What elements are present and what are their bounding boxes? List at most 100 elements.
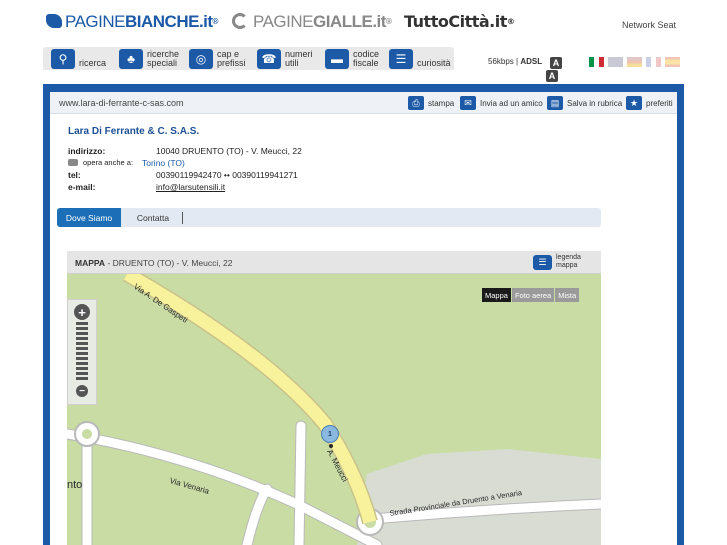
roundabout-west-center [82, 429, 92, 439]
toolbar-cap-prefissi[interactable]: ◎ cap e prefissi [189, 49, 257, 69]
text-size-large-button[interactable]: A [550, 57, 562, 69]
list-icon: ☰ [389, 49, 413, 69]
tab-contatta[interactable]: Contatta [127, 208, 179, 227]
map-title: MAPPA - DRUENTO (TO) - V. Meucci, 22 [75, 258, 232, 268]
flag-german-icon[interactable] [627, 57, 642, 67]
location-pin[interactable]: 1 [321, 425, 339, 448]
zoom-slider[interactable] [76, 322, 88, 382]
zoom-in-button[interactable]: + [74, 304, 90, 320]
map-canvas[interactable]: Via A. De Gaspeti A. Meucci Via Venaria … [67, 267, 601, 545]
paginebianche-reg: ® [212, 17, 219, 26]
tuttocitta-name: TuttoCittà [404, 12, 490, 31]
paginebianche-tld: .it [198, 12, 213, 31]
toolbar-label: curiosità [417, 58, 451, 68]
toolbar-label: ricerca [79, 58, 107, 68]
tab-divider [182, 212, 183, 224]
email-label: e-mail: [68, 182, 96, 192]
url-bar: www.lara-di-ferrante-c-sas.com ⎙ stampa … [50, 92, 677, 114]
connection-type-value[interactable]: ADSL [520, 57, 542, 66]
toolbar-codice-fiscale[interactable]: ▬ codice fiscale [325, 49, 393, 69]
map-title-address: DRUENTO (TO) - V. Meucci, 22 [112, 258, 233, 268]
website-url[interactable]: www.lara-di-ferrante-c-sas.com [59, 98, 184, 108]
send-to-friend-button[interactable]: ✉ Invia ad un amico [460, 95, 543, 111]
paginebianche-suffix: BIANCHE [124, 12, 199, 31]
map-widget: MAPPA - DRUENTO (TO) - V. Meucci, 22 ☰ l… [67, 251, 601, 545]
mail-icon: ✉ [460, 96, 476, 110]
paginebianche-logo-icon [46, 14, 62, 28]
tuttocitta-tld: .it [489, 12, 507, 31]
flag-italian-icon[interactable] [589, 57, 604, 67]
listing-tabs: Dove Siamo Contatta [57, 208, 601, 227]
paginegialle-suffix: GIALLE [312, 12, 373, 31]
service-toolbar: ⚲ ricerca ♣ ricerche speciali ◎ cap e pr… [43, 47, 454, 70]
toolbar-label: ricerche speciali [147, 49, 180, 68]
toolbar-ricerche-speciali[interactable]: ♣ ricerche speciali [119, 49, 187, 69]
text-size-small-button[interactable]: A [546, 70, 558, 82]
map-legend-button[interactable]: ☰ legenda mappa [533, 254, 584, 270]
folder-icon: ▤ [547, 96, 563, 110]
tuttocitta-logo[interactable]: TuttoCittà.it® [404, 12, 515, 32]
favorites-label: preferiti [646, 98, 673, 108]
listing-frame: www.lara-di-ferrante-c-sas.com ⎙ stampa … [43, 84, 684, 545]
paginebianche-prefix: PAGINE [65, 12, 125, 31]
tel-value: 00390119942470 •• 00390119941271 [156, 170, 298, 180]
print-icon: ⎙ [408, 96, 424, 110]
listing-panel: www.lara-di-ferrante-c-sas.com ⎙ stampa … [50, 92, 677, 545]
legend-icon: ☰ [533, 254, 552, 270]
card-icon: ▬ [325, 49, 349, 69]
connection-separator: | [516, 57, 519, 66]
toolbar-label: numeri utili [285, 49, 313, 68]
star-icon: ★ [626, 96, 642, 110]
address-label: indirizzo: [68, 146, 106, 156]
paginebianche-logo[interactable]: PAGINEBIANCHE.it® [46, 12, 218, 32]
save-contact-button[interactable]: ▤ Salva in rubrica [547, 95, 622, 111]
map-type-mista[interactable]: Mista [555, 288, 580, 302]
legend-label: legenda mappa [556, 254, 581, 269]
toolbar-curiosita[interactable]: ☰ curiosità [389, 49, 457, 69]
map-title-label: MAPPA [75, 258, 106, 268]
email-link[interactable]: info@larsutensili.it [156, 182, 225, 192]
paginegialle-prefix: PAGINE [253, 12, 313, 31]
flag-spanish-icon[interactable] [665, 57, 680, 67]
network-seat-link[interactable]: Network Seat [622, 20, 676, 30]
favorites-button[interactable]: ★ preferiti [626, 95, 673, 111]
toolbar-label: cap e prefissi [217, 49, 246, 68]
place-label-partial: nto [67, 479, 83, 491]
brand-bar: PAGINEBIANCHE.it® PAGINEGIALLE.it® Tutto… [0, 0, 727, 44]
flag-english-icon[interactable] [608, 57, 623, 67]
toolbar-label: codice fiscale [353, 49, 380, 68]
paginegialle-reg: ® [385, 17, 392, 26]
print-button[interactable]: ⎙ stampa [408, 95, 454, 111]
connection-speed-value[interactable]: 56kbps [488, 57, 514, 66]
zoom-out-button[interactable]: − [76, 385, 88, 397]
paginegialle-logo[interactable]: PAGINEGIALLE.it® [232, 12, 392, 32]
tab-dove-siamo[interactable]: Dove Siamo [57, 208, 121, 227]
address-value: 10040 DRUENTO (TO) - V. Meucci, 22 [156, 146, 302, 156]
magnifier-icon: ⚲ [51, 49, 75, 69]
map-title-separator: - [105, 258, 113, 268]
map-type-selector: Mappa Foto aerea Mista [482, 288, 580, 302]
globe-icon: ◎ [189, 49, 213, 69]
connection-speed[interactable]: 56kbps | ADSL [488, 57, 542, 66]
map-type-mappa[interactable]: Mappa [482, 288, 511, 302]
toolbar-ricerca[interactable]: ⚲ ricerca [51, 49, 119, 69]
phone-icon: ☎ [257, 49, 281, 69]
save-contact-label: Salva in rubrica [567, 98, 623, 108]
language-selector [589, 57, 680, 67]
map-drawing [67, 267, 601, 545]
toolbar-numeri-utili[interactable]: ☎ numeri utili [257, 49, 325, 69]
also-operates-link[interactable]: Torino (TO) [142, 158, 185, 168]
flag-french-icon[interactable] [646, 57, 661, 67]
tel-label: tel: [68, 170, 81, 180]
paginegialle-logo-icon [232, 13, 248, 29]
map-header: MAPPA - DRUENTO (TO) - V. Meucci, 22 ☰ l… [67, 251, 601, 274]
print-label: stampa [428, 98, 455, 108]
map-type-foto-aerea[interactable]: Foto aerea [511, 288, 555, 302]
zoom-control: + − [67, 299, 97, 405]
tuttocitta-reg: ® [506, 17, 515, 26]
paginegialle-tld: .it [372, 12, 386, 31]
company-name: Lara Di Ferrante & C. S.A.S. [68, 126, 200, 137]
also-operates-label: opera anche a: [68, 158, 133, 167]
clover-icon: ♣ [119, 49, 143, 69]
send-to-friend-label: Invia ad un amico [480, 98, 543, 108]
